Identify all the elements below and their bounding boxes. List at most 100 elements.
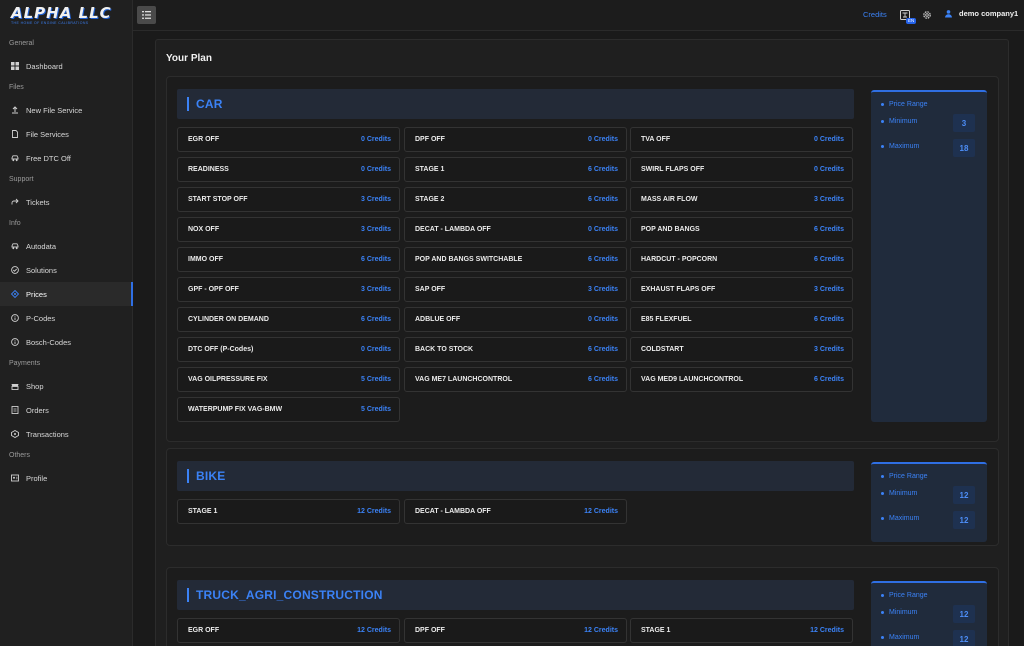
sidebar-item-label: Autodata [26, 241, 57, 251]
price-range-title: Price Range [881, 101, 928, 108]
sidebar-item-prices[interactable]: Prices [0, 282, 133, 306]
app-root: ALPHA LLC THE HOME OF ENGINE CALIBRATION… [0, 0, 1024, 646]
user-menu[interactable]: demo company1 [944, 9, 1018, 18]
minimum-value: 12 [953, 605, 975, 623]
sidebar-item-transactions[interactable]: Transactions [0, 422, 133, 446]
service-price-item: STAGE 1 6 Credits [404, 157, 627, 182]
service-price: 3 Credits [361, 196, 391, 203]
service-name: STAGE 1 [641, 627, 671, 634]
service-price: 6 Credits [814, 256, 844, 263]
service-price-item: STAGE 2 6 Credits [404, 187, 627, 212]
price-range-title: Price Range [881, 473, 928, 480]
upload-icon [11, 106, 19, 114]
user-icon [945, 10, 952, 18]
settings-button[interactable] [920, 8, 934, 22]
service-price-item: IMMO OFF 6 Credits [177, 247, 400, 272]
service-price: 6 Credits [814, 226, 844, 233]
service-price: 0 Credits [814, 166, 844, 173]
service-price-item: VAG MED9 LAUNCHCONTROL 6 Credits [630, 367, 853, 392]
tag-icon [11, 290, 19, 298]
category-accent-bar [187, 97, 189, 111]
category-accent-bar [187, 588, 189, 602]
sidebar-item-solutions[interactable]: Solutions [0, 258, 133, 282]
service-price: 6 Credits [814, 376, 844, 383]
ticket-icon [11, 198, 19, 206]
service-price-item: HARDCUT - POPCORN 6 Credits [630, 247, 853, 272]
minimum-label: Minimum [881, 490, 917, 497]
service-name: NOX OFF [188, 226, 220, 233]
maximum-label: Maximum [881, 634, 919, 641]
category-card: TRUCK_AGRI_CONSTRUCTION EGR OFF 12 Credits… [166, 567, 999, 646]
sidebar-item-label: Bosch-Codes [26, 337, 72, 347]
service-name: DPF OFF [415, 627, 445, 634]
sidebar-item-label: Tickets [26, 197, 50, 207]
sidebar-item-dashboard[interactable]: Dashboard [0, 54, 133, 78]
service-name: BACK TO STOCK [415, 346, 474, 353]
service-price-item: POP AND BANGS 6 Credits [630, 217, 853, 242]
service-name: READINESS [188, 166, 229, 173]
nav-section-title: Payments [9, 360, 41, 367]
service-name: VAG MED9 LAUNCHCONTROL [641, 376, 744, 383]
minimum-value: 12 [953, 486, 975, 504]
sidebar-item-orders[interactable]: Orders [0, 398, 133, 422]
service-price-item: POP AND BANGS SWITCHABLE 6 Credits [404, 247, 627, 272]
sidebar-item-profile[interactable]: Profile [0, 466, 133, 490]
sidebar-item-free-dtc-off[interactable]: Free DTC Off [0, 146, 133, 170]
sidebar-item-label: Free DTC Off [26, 153, 71, 163]
service-price-item: START STOP OFF 3 Credits [177, 187, 400, 212]
service-name: DECAT - LAMBDA OFF [415, 226, 491, 233]
service-name: COLDSTART [641, 346, 684, 353]
sidebar-item-shop[interactable]: Shop [0, 374, 133, 398]
sidebar-item-label: Dashboard [26, 61, 63, 71]
service-price: 3 Credits [814, 346, 844, 353]
price-range-panel: Price Range Minimum 3 Maximum 18 [871, 90, 987, 422]
service-price: 6 Credits [588, 376, 618, 383]
service-name: STAGE 2 [415, 196, 445, 203]
category-card: BIKE STAGE 1 12 Credits DECAT - LAMBDA OFF 1… [166, 448, 999, 546]
service-price-item: EXHAUST FLAPS OFF 3 Credits [630, 277, 853, 302]
nav-section-title: Info [9, 220, 21, 227]
service-price-item: GPF - OPF OFF 3 Credits [177, 277, 400, 302]
maximum-label: Maximum [881, 143, 919, 150]
service-price: 12 Credits [584, 508, 618, 515]
service-name: ADBLUE OFF [415, 316, 461, 323]
service-name: IMMO OFF [188, 256, 223, 263]
service-price-item: WATERPUMP FIX VAG-BMW 5 Credits [177, 397, 400, 422]
service-price-item: EGR OFF 12 Credits [177, 618, 400, 643]
sidebar-item-label: P-Codes [26, 313, 56, 323]
service-price: 5 Credits [361, 406, 391, 413]
service-price-item: SAP OFF 3 Credits [404, 277, 627, 302]
language-badge: EN [906, 18, 917, 24]
credits-link[interactable]: Credits [863, 10, 887, 19]
company-logo[interactable]: ALPHA LLC THE HOME OF ENGINE CALIBRATION… [11, 6, 121, 26]
service-name: TVA OFF [641, 136, 671, 143]
sidebar-item-new-file-service[interactable]: New File Service [0, 98, 133, 122]
menu-toggle-button[interactable] [137, 6, 156, 24]
check-circle-icon [11, 266, 19, 274]
service-price: 3 Credits [814, 196, 844, 203]
category-header: TRUCK_AGRI_CONSTRUCTION [177, 580, 854, 610]
sidebar-item-p-codes[interactable]: P-Codes [0, 306, 133, 330]
gear-icon [923, 11, 931, 19]
transactions-icon [11, 430, 19, 438]
service-price: 0 Credits [588, 226, 618, 233]
car-icon [11, 154, 19, 162]
sidebar-item-autodata[interactable]: Autodata [0, 234, 133, 258]
sidebar-item-label: Prices [26, 289, 47, 299]
service-name: GPF - OPF OFF [188, 286, 239, 293]
service-name: POP AND BANGS SWITCHABLE [415, 256, 523, 263]
sidebar-item-file-services[interactable]: File Services [0, 122, 133, 146]
sidebar-item-bosch-codes[interactable]: Bosch-Codes [0, 330, 133, 354]
service-name: DPF OFF [415, 136, 445, 143]
service-name: DTC OFF (P-Codes) [188, 346, 254, 353]
service-price-item: DTC OFF (P-Codes) 0 Credits [177, 337, 400, 362]
service-price-item: NOX OFF 3 Credits [177, 217, 400, 242]
dashboard-icon [11, 62, 19, 70]
service-price: 3 Credits [361, 286, 391, 293]
nav-section-title: Files [9, 84, 24, 91]
service-name: CYLINDER ON DEMAND [188, 316, 269, 323]
sidebar-item-label: Shop [26, 381, 44, 391]
service-price: 12 Credits [357, 508, 391, 515]
maximum-label: Maximum [881, 515, 919, 522]
sidebar-item-tickets[interactable]: Tickets [0, 190, 133, 214]
